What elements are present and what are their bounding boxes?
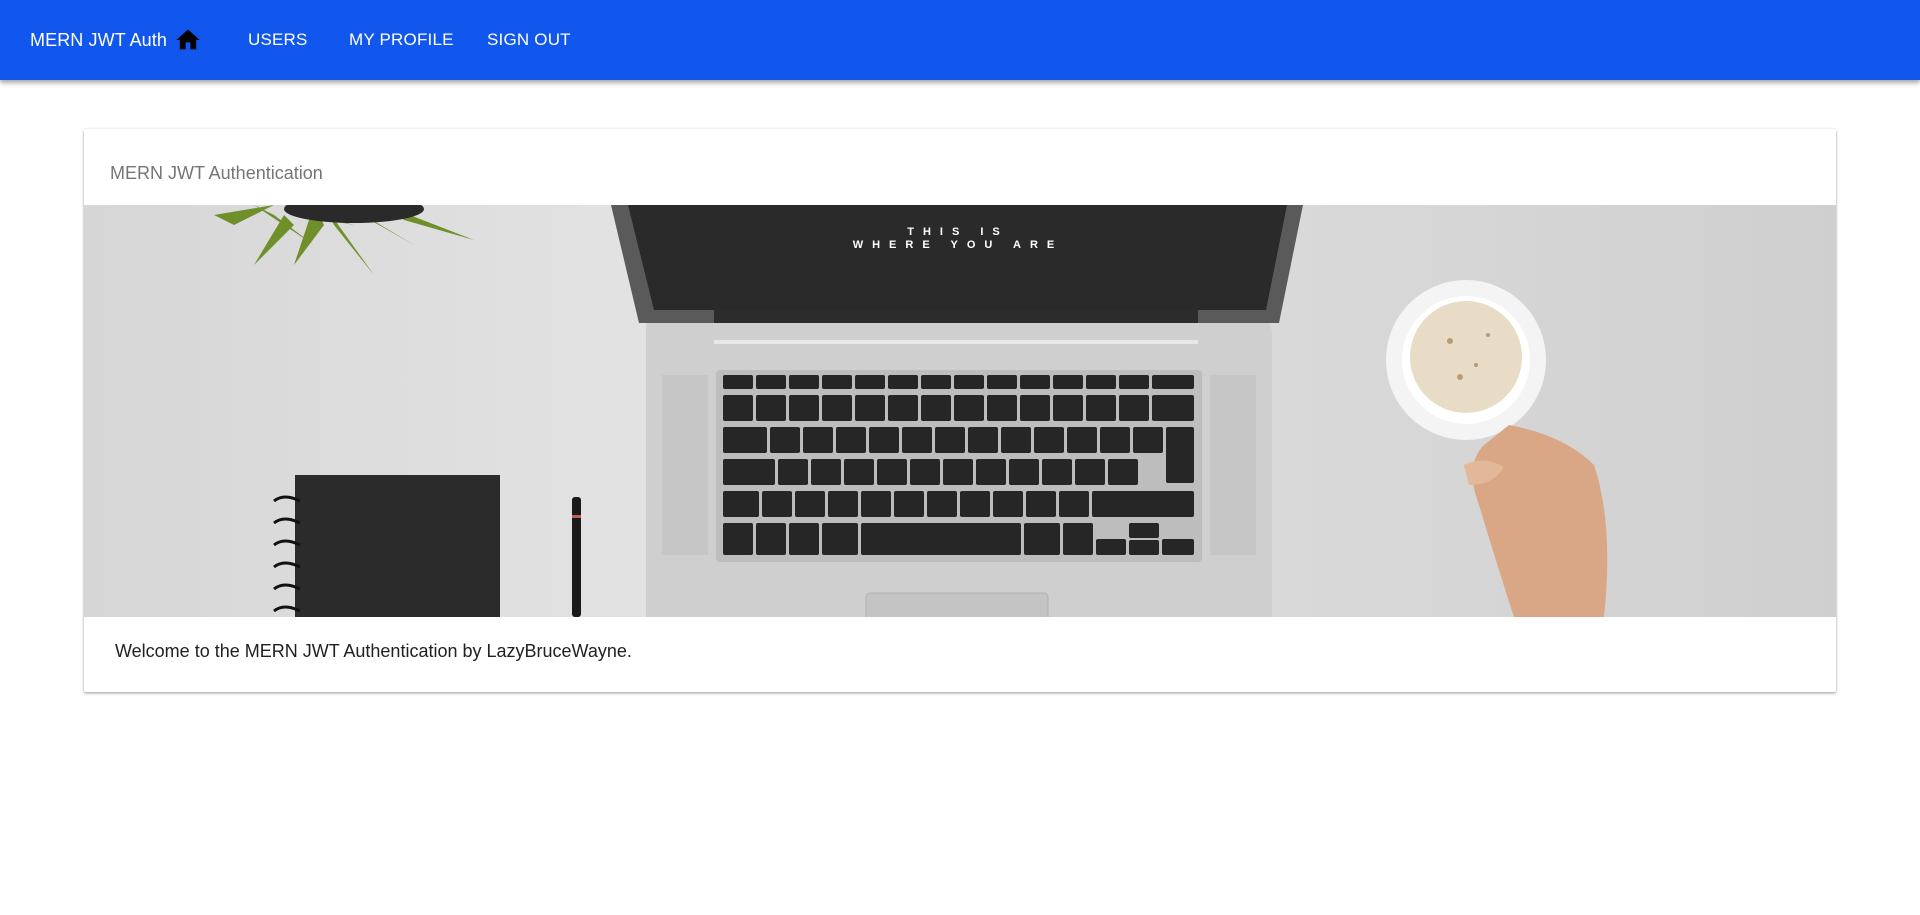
nav-users-link[interactable]: USERS [248, 30, 308, 50]
desk-illustration: THIS ISWHERE YOU ARE [214, 205, 1608, 617]
laptop-screen-text: THIS IS [907, 226, 1009, 238]
hero-image: THIS IS WHERE YOU ARE [84, 205, 1836, 617]
app-bar: MERN JWT Auth USERS MY PROFILE SIGN OUT [0, 0, 1920, 80]
home-icon[interactable] [174, 26, 202, 54]
nav-my-profile-link[interactable]: MY PROFILE [349, 30, 454, 50]
welcome-message: Welcome to the MERN JWT Authentication b… [115, 641, 632, 661]
brand-title[interactable]: MERN JWT Auth [30, 30, 167, 51]
welcome-card: MERN JWT Authentication THIS IS WHERE YO… [84, 129, 1836, 692]
pen-graphic [572, 497, 581, 617]
notebook-graphic [273, 475, 500, 617]
card-title: MERN JWT Authentication [110, 163, 323, 183]
laptop-screen-text: WHERE YOU ARE [853, 239, 1064, 251]
nav-sign-out-link[interactable]: SIGN OUT [487, 30, 571, 50]
coffee-cup-graphic [1386, 280, 1546, 440]
hand-graphic [1464, 425, 1608, 617]
laptop-graphic [611, 205, 1303, 617]
